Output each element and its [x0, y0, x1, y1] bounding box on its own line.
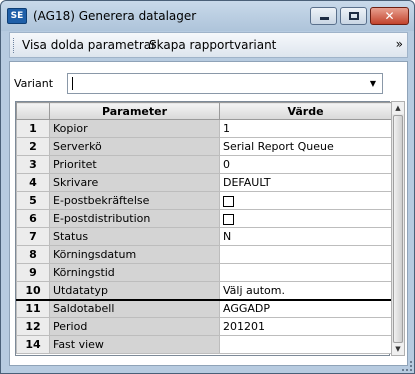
resize-grip-icon[interactable] [402, 361, 412, 371]
chevron-down-icon[interactable]: ▼ [366, 76, 380, 91]
menu-overflow-icon[interactable]: » [396, 37, 403, 51]
row-number: 9 [16, 263, 50, 282]
table-row[interactable]: 4 Skrivare DEFAULT [16, 173, 392, 192]
scroll-down-icon[interactable]: ▼ [392, 343, 404, 355]
parameter-name: E-postbekräftelse [49, 191, 220, 210]
row-number: 10 [16, 281, 50, 300]
checkbox[interactable] [223, 195, 234, 207]
row-number: 8 [16, 245, 50, 264]
scroll-up-icon[interactable]: ▲ [392, 102, 404, 114]
table-row[interactable]: 14 Fast view [16, 335, 392, 354]
minimize-icon [320, 17, 329, 20]
parameter-name: E-postdistribution [49, 209, 220, 228]
maximize-icon [349, 12, 359, 20]
parameter-name: Status [49, 227, 220, 246]
scroll-thumb[interactable] [393, 115, 403, 343]
content-panel: Variant ▼ Parameter Värde 1 Kopior 1 2 S… [9, 61, 408, 366]
parameter-value-cell[interactable] [219, 245, 392, 264]
title-bar[interactable]: SE (AG18) Generera datalager ✕ [1, 1, 414, 31]
parameter-value-cell[interactable]: DEFAULT [219, 173, 392, 192]
parameter-name: Körningstid [49, 263, 220, 282]
variant-label: Variant [14, 77, 54, 90]
table-row[interactable]: 5 E-postbekräftelse [16, 191, 392, 210]
table-row[interactable]: 9 Körningstid [16, 263, 392, 282]
table-row[interactable]: 2 Serverkö Serial Report Queue [16, 137, 392, 156]
row-number: 2 [16, 137, 50, 156]
table-row[interactable]: 1 Kopior 1 [16, 119, 392, 138]
vertical-scrollbar[interactable]: ▲ ▼ [391, 101, 405, 356]
text-caret [72, 77, 73, 90]
parameter-value-cell[interactable]: 201201 [219, 317, 392, 336]
parameter-grid: Parameter Värde 1 Kopior 1 2 Serverkö Serial … [15, 101, 392, 356]
app-icon[interactable]: SE [7, 8, 27, 24]
parameter-name: Utdatatyp [49, 281, 220, 300]
table-row[interactable]: 7 Status N [16, 227, 392, 246]
menu-show-hidden-parameters[interactable]: Visa dolda parametrar [22, 38, 156, 52]
parameter-value-cell[interactable]: N [219, 227, 392, 246]
row-number: 12 [16, 317, 50, 336]
parameter-value-cell[interactable] [219, 335, 392, 354]
parameter-name: Period [49, 317, 220, 336]
table-row[interactable]: 3 Prioritet 0 [16, 155, 392, 174]
parameter-value-cell[interactable]: Serial Report Queue [219, 137, 392, 156]
close-icon: ✕ [384, 9, 395, 23]
table-row[interactable]: 8 Körningsdatum [16, 245, 392, 264]
table-row[interactable]: 11 Saldotabell AGGADP [16, 298, 392, 318]
parameter-value-cell[interactable] [219, 209, 392, 228]
parameter-name: Körningsdatum [49, 245, 220, 264]
toolbar-grip-icon[interactable] [13, 38, 16, 53]
row-number: 5 [16, 191, 50, 210]
parameter-name: Prioritet [49, 155, 220, 174]
value-column-header[interactable]: Värde [219, 102, 392, 120]
parameter-value-cell[interactable] [219, 263, 392, 282]
parameter-column-header[interactable]: Parameter [49, 102, 220, 120]
maximize-button[interactable] [340, 7, 367, 25]
parameter-name: Kopior [49, 119, 220, 138]
row-number: 4 [16, 173, 50, 192]
row-number: 1 [16, 119, 50, 138]
parameter-name: Fast view [49, 335, 220, 354]
menu-bar: Visa dolda parametrar Skapa rapportvaria… [9, 32, 408, 58]
row-number: 6 [16, 209, 50, 228]
row-number-header [16, 102, 50, 120]
parameter-value-cell[interactable] [219, 191, 392, 210]
parameter-value-cell[interactable]: 0 [219, 155, 392, 174]
row-number: 14 [16, 335, 50, 354]
row-number: 11 [16, 298, 50, 318]
parameter-value-cell[interactable]: 1 [219, 119, 392, 138]
parameter-name: Serverkö [49, 137, 220, 156]
parameter-name: Skrivare [49, 173, 220, 192]
menu-create-report-variant[interactable]: Skapa rapportvariant [149, 38, 276, 52]
minimize-button[interactable] [310, 7, 337, 25]
parameter-value-cell[interactable]: AGGADP [219, 298, 392, 318]
grid-header-row: Parameter Värde [16, 102, 392, 120]
window-title: (AG18) Generera datalager [33, 9, 197, 23]
variant-dropdown[interactable]: ▼ [67, 73, 383, 94]
table-row[interactable]: 6 E-postdistribution [16, 209, 392, 228]
checkbox[interactable] [223, 213, 234, 225]
row-number: 3 [16, 155, 50, 174]
close-button[interactable]: ✕ [370, 7, 409, 25]
row-number: 7 [16, 227, 50, 246]
main-window: SE (AG18) Generera datalager ✕ Visa dold… [0, 0, 415, 374]
table-row[interactable]: 10 Utdatatyp Välj autom. [16, 281, 392, 300]
table-row[interactable]: 12 Period 201201 [16, 317, 392, 336]
parameter-name: Saldotabell [49, 298, 220, 318]
parameter-value-cell[interactable]: Välj autom. [219, 281, 392, 300]
